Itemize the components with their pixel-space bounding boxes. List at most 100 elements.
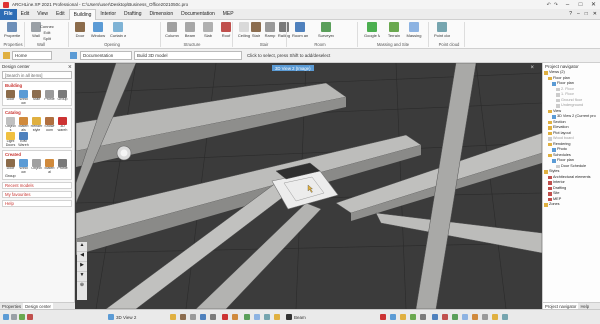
status-tool-icon[interactable] xyxy=(400,314,406,320)
nav-up-icon[interactable]: ▲ xyxy=(77,242,87,252)
design-item[interactable]: Showr oom xyxy=(43,116,56,131)
tool-icon[interactable] xyxy=(180,314,186,320)
status-tool-icon[interactable] xyxy=(472,314,478,320)
status-tool-icon[interactable] xyxy=(390,314,396,320)
menu-drafting[interactable]: Drafting xyxy=(120,9,146,20)
layer-dropdown[interactable]: Home xyxy=(12,51,52,60)
3d-scene[interactable] xyxy=(76,63,542,309)
status-tool-icon[interactable] xyxy=(452,314,458,320)
design-item[interactable]: Profile xyxy=(43,89,56,104)
menu-view[interactable]: View xyxy=(33,9,52,20)
status-tool-icon[interactable] xyxy=(482,314,488,320)
menu-file[interactable]: File xyxy=(0,8,17,20)
menu-documentation[interactable]: Documentation xyxy=(177,9,219,20)
doc-minimize-button[interactable]: – xyxy=(577,11,580,17)
status-tool-icon[interactable] xyxy=(492,314,498,320)
nav-down-icon[interactable]: ▼ xyxy=(77,272,87,282)
nav-left-icon[interactable]: ◀ xyxy=(77,252,87,262)
3d-viewport[interactable]: 3D View 2 (Image) × xyxy=(76,63,542,309)
status-tool-icon[interactable] xyxy=(502,314,508,320)
ribbon-button-14[interactable]: Surveyed room xyxy=(318,22,334,38)
current-view[interactable]: 3D View 2 xyxy=(116,313,136,321)
split-wall-button[interactable]: Split xyxy=(40,35,54,41)
menu-dimension[interactable]: Dimension xyxy=(146,9,178,20)
tool-icon[interactable] xyxy=(190,314,196,320)
design-item[interactable]: Materi als xyxy=(17,116,30,131)
group-label[interactable]: Group xyxy=(3,174,71,179)
ribbon-button-18[interactable]: Point cloud xyxy=(434,22,450,38)
pin-icon[interactable]: ⨯ xyxy=(68,64,74,70)
ribbon-button-13[interactable]: Room and area xyxy=(292,22,308,38)
model-dropdown[interactable]: Build 3D model xyxy=(134,51,242,60)
current-layer[interactable]: Beam xyxy=(294,313,306,321)
nav-right-icon[interactable]: ▶ xyxy=(77,262,87,272)
view-tab[interactable]: 3D View 2 (Image) xyxy=(272,65,314,71)
design-item[interactable]: Materi al xyxy=(43,158,56,173)
status-tool-icon[interactable] xyxy=(462,314,468,320)
design-item[interactable]: BIM Wareh xyxy=(17,131,30,146)
tool-icon[interactable] xyxy=(200,314,206,320)
search-input[interactable]: [Search in all items] xyxy=(2,71,72,79)
tree-item[interactable]: Zones xyxy=(544,202,600,208)
design-item[interactable]: Object s xyxy=(4,116,17,131)
status-tool-icon[interactable] xyxy=(420,314,426,320)
menu-building[interactable]: Building xyxy=(68,8,97,20)
design-item[interactable]: Wind ow xyxy=(17,158,30,173)
ribbon-button-5[interactable]: Column xyxy=(164,22,180,38)
status-tool-icon[interactable] xyxy=(380,314,386,320)
design-item[interactable]: Object xyxy=(30,158,43,173)
doc-close-button[interactable]: ✕ xyxy=(593,11,597,17)
layer-toggle-icon[interactable] xyxy=(27,314,33,320)
design-item[interactable]: Door xyxy=(4,89,17,104)
design-item[interactable]: Render style xyxy=(30,116,43,131)
tool-icon[interactable] xyxy=(170,314,176,320)
menu-interior[interactable]: Interior xyxy=(96,9,120,20)
ribbon-button-6[interactable]: Beam xyxy=(182,22,198,38)
tool-icon[interactable] xyxy=(274,314,280,320)
tool-icon[interactable] xyxy=(222,314,228,320)
minimize-button[interactable]: – xyxy=(561,0,574,9)
help-link[interactable]: Help xyxy=(2,200,72,207)
documentation-dropdown[interactable]: Documentation xyxy=(80,51,132,60)
doc-restore-button[interactable]: □ xyxy=(585,11,588,17)
favourites-link[interactable]: My favourites xyxy=(2,191,72,198)
design-item[interactable]: Wind ow xyxy=(17,89,30,104)
design-item[interactable]: Stair xyxy=(30,89,43,104)
ribbon-button-17[interactable]: Massing xyxy=(406,22,422,38)
tool-icon[interactable] xyxy=(210,314,216,320)
design-item[interactable]: Door xyxy=(4,158,17,173)
design-item[interactable]: Group xyxy=(56,89,69,104)
status-tool-icon[interactable] xyxy=(442,314,448,320)
design-item[interactable]: 3D wareh xyxy=(56,116,69,131)
snap-icon[interactable] xyxy=(11,314,17,320)
ribbon-button-2[interactable]: Door xyxy=(72,22,88,38)
tool-icon[interactable] xyxy=(232,314,238,320)
undo-icon[interactable]: ↶ xyxy=(547,2,551,8)
tool-icon[interactable] xyxy=(264,314,270,320)
ribbon-button-12[interactable]: Railing xyxy=(276,22,292,38)
recent-models-link[interactable]: Recent models xyxy=(2,182,72,189)
menu-edit[interactable]: Edit xyxy=(17,9,34,20)
ortho-icon[interactable] xyxy=(19,314,25,320)
design-item[interactable]: Light Doors xyxy=(4,131,17,146)
close-button[interactable]: ✕ xyxy=(587,0,600,9)
menu-edit-2[interactable]: Edit xyxy=(52,9,69,20)
tool-icon[interactable] xyxy=(254,314,260,320)
help-icon[interactable]: ? xyxy=(569,11,572,17)
ribbon-button-0[interactable]: Properties xyxy=(4,22,20,38)
ribbon-button-7[interactable]: Slab xyxy=(200,22,216,38)
ribbon-button-4[interactable]: Curtain wall xyxy=(110,22,126,38)
redo-icon[interactable]: ↷ xyxy=(554,2,558,8)
maximize-button[interactable]: □ xyxy=(574,0,587,9)
ribbon-button-16[interactable]: Terrain xyxy=(386,22,402,38)
close-view-icon[interactable]: × xyxy=(530,65,534,71)
ribbon-button-3[interactable]: Window xyxy=(90,22,106,38)
design-item[interactable]: Profile xyxy=(56,158,69,173)
ribbon-button-15[interactable]: Google Maps xyxy=(364,22,380,38)
menu-mep[interactable]: MEP xyxy=(219,9,238,20)
tool-icon[interactable] xyxy=(244,314,250,320)
status-tool-icon[interactable] xyxy=(410,314,416,320)
grid-icon[interactable] xyxy=(3,314,9,320)
nav-zoom-icon[interactable]: ⊕ xyxy=(77,282,87,292)
status-tool-icon[interactable] xyxy=(432,314,438,320)
